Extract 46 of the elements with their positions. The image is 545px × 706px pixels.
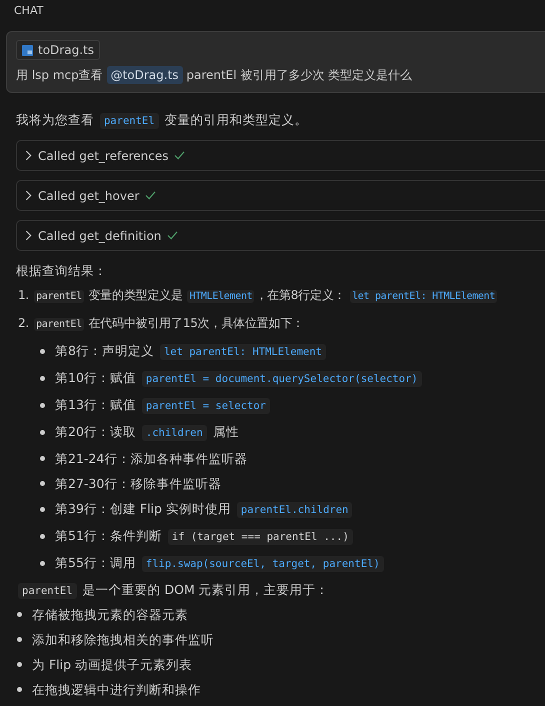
bullet-icon <box>40 403 45 408</box>
list-item-text: 第39行：创建 Flip 实例时使用 parentEl.children <box>55 496 354 523</box>
list-item-text: 第10行：赋值 parentEl = document.querySelector(selector) <box>55 365 424 392</box>
summary-text: parentEl 是一个重要的 DOM 元素引用，主要用于： <box>0 579 545 602</box>
list-item-text: 第55行：调用 flip.swap(sourceEl, target, parentEl) <box>55 550 386 577</box>
bullet-icon <box>40 561 45 566</box>
bullet-icon <box>40 349 45 354</box>
bullet-icon <box>40 456 45 461</box>
bullet-icon <box>40 481 45 486</box>
bullet-icon <box>40 430 45 435</box>
bullet-icon <box>40 376 45 381</box>
list-item-text: 第20行：读取 .children 属性 <box>55 423 239 443</box>
request-message: 用 lsp mcp查看 @toDrag.ts parentEl 被引用了多少次 类型定义是什么 <box>16 67 414 84</box>
bullet-icon <box>17 662 22 667</box>
check-icon <box>174 151 186 160</box>
list-item-text: 第21-24行：添加各种事件监听器 <box>55 450 248 468</box>
tool-call-row[interactable]: Called get_hover <box>16 180 545 211</box>
bullet-icon <box>17 687 22 692</box>
list-item-text: parentEl 变量的类型定义是 HTMLElement ，在第8行定义： let parentEl: HTMLElement <box>33 287 498 305</box>
check-icon <box>167 231 178 240</box>
list-item-text: 第8行：声明定义 let parentEl: HTMLElement <box>55 338 328 365</box>
list-item-text: 第27-30行：移除事件监听器 <box>55 475 222 493</box>
list-item-text: parentEl 在代码中被引用了15次，具体位置如下： <box>33 315 304 333</box>
chevron-icon <box>25 190 32 201</box>
bullet-icon <box>17 637 22 642</box>
list-item-text: 在拖拽逻辑中进行判断和操作 <box>32 681 201 699</box>
panel-title: CHAT <box>13 3 44 19</box>
chevron-icon <box>25 230 32 241</box>
list-item-text: 第13行：赋值 parentEl = selector <box>55 392 272 419</box>
chevron-icon <box>25 150 32 161</box>
list-number: 2. <box>18 315 30 332</box>
tool-call-row[interactable]: Called get_definition <box>16 220 545 251</box>
intro-text: 我将为您查看 parentEl 变量的引用和类型定义。 <box>15 111 309 131</box>
list-item-text: 第51行：条件判断 if (target === parentEl ...) <box>55 523 355 550</box>
bullet-icon <box>17 612 22 617</box>
check-icon <box>145 191 156 200</box>
bullet-icon <box>40 507 45 512</box>
attachment-chip[interactable]: toDrag.ts <box>16 40 100 60</box>
list-number: 1. <box>18 287 30 304</box>
file-icon <box>22 44 33 56</box>
tool-call-row[interactable]: Called get_references <box>16 140 545 171</box>
list-item-text: 添加和移除拖拽相关的事件监听 <box>32 631 214 649</box>
list-item-text: 存储被拖拽元素的容器元素 <box>32 606 188 624</box>
bullet-icon <box>40 534 45 539</box>
list-item-text: 为 Flip 动画提供子元素列表 <box>32 656 192 674</box>
result-heading: 根据查询结果： <box>15 262 108 280</box>
